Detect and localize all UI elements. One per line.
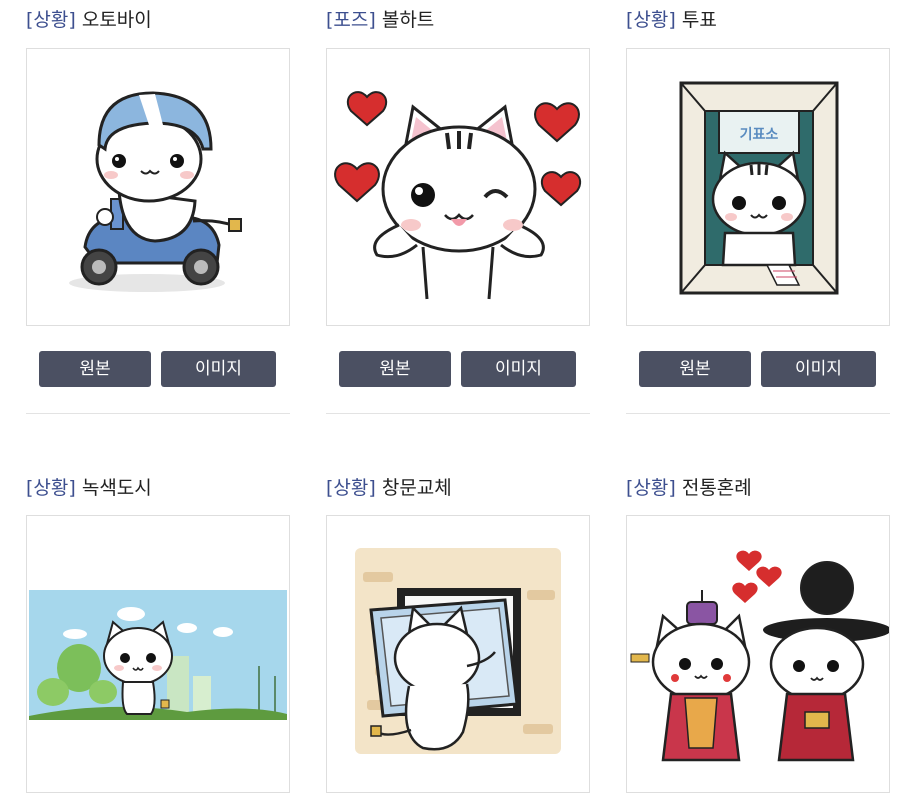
booth-sign: 기표소 bbox=[740, 127, 779, 143]
sticker-image[interactable] bbox=[26, 48, 290, 326]
card-title: [상황] 창문교체 bbox=[326, 476, 452, 500]
card-title: [포즈] 볼하트 bbox=[326, 8, 434, 32]
sticker-name: 오토바이 bbox=[81, 9, 152, 31]
original-button[interactable]: 원본 bbox=[39, 351, 151, 387]
card-title: [상황] 투표 bbox=[626, 8, 717, 32]
card-title: [상황] 오토바이 bbox=[26, 8, 152, 32]
cat-vote-illustration: 기표소 bbox=[679, 81, 839, 295]
sticker-name: 창문교체 bbox=[381, 477, 452, 499]
category-label: [상황] bbox=[26, 477, 76, 499]
category-label: [상황] bbox=[326, 477, 376, 499]
cat-wedding-illustration bbox=[630, 550, 889, 762]
sticker-name: 전통혼례 bbox=[681, 477, 752, 499]
card-title: [상황] 전통혼례 bbox=[626, 476, 752, 500]
divider bbox=[626, 413, 890, 414]
original-button[interactable]: 원본 bbox=[339, 351, 451, 387]
card-title: [상황] 녹색도시 bbox=[26, 476, 152, 500]
category-label: [상황] bbox=[626, 477, 676, 499]
sticker-name: 볼하트 bbox=[381, 9, 435, 31]
category-label: [포즈] bbox=[326, 9, 376, 31]
sticker-image[interactable] bbox=[626, 515, 890, 793]
category-label: [상황] bbox=[26, 9, 76, 31]
sticker-name: 녹색도시 bbox=[81, 477, 152, 499]
cat-motorcycle-illustration bbox=[69, 91, 242, 292]
cat-cheek-heart-illustration bbox=[334, 91, 582, 300]
sticker-image[interactable] bbox=[326, 515, 590, 793]
sticker-name: 투표 bbox=[681, 9, 717, 31]
original-button[interactable]: 원본 bbox=[639, 351, 751, 387]
category-label: [상황] bbox=[626, 9, 676, 31]
divider bbox=[26, 413, 290, 414]
image-button[interactable]: 이미지 bbox=[461, 351, 576, 387]
image-button[interactable]: 이미지 bbox=[761, 351, 876, 387]
sticker-image[interactable]: 기표소 bbox=[626, 48, 890, 326]
cat-window-illustration bbox=[355, 548, 561, 754]
sticker-image[interactable] bbox=[26, 515, 290, 793]
sticker-image[interactable] bbox=[326, 48, 590, 326]
divider bbox=[326, 413, 590, 414]
cat-green-city-illustration bbox=[29, 590, 287, 720]
image-button[interactable]: 이미지 bbox=[161, 351, 276, 387]
